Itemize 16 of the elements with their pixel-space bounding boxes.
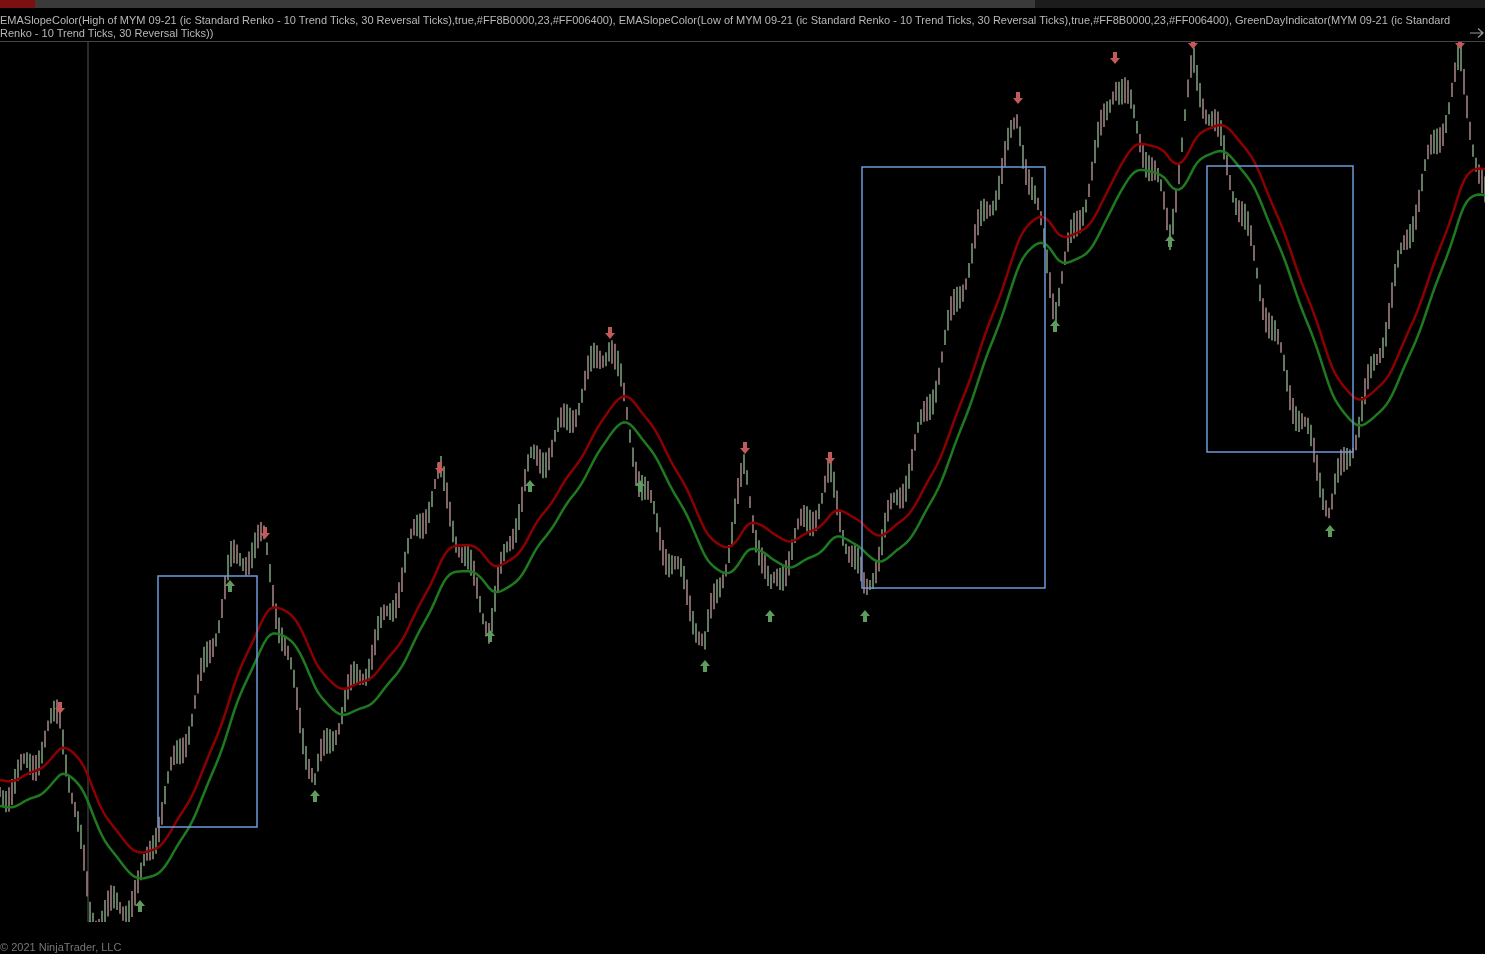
down-arrow-icon [1110,52,1120,64]
down-arrow-icon [260,527,270,539]
down-arrow-icon [740,442,750,454]
down-arrow-icon [55,702,65,714]
down-arrow-icon [605,327,615,339]
selection-rectangle[interactable] [861,166,1046,589]
down-arrow-icon [435,462,445,474]
down-arrow-icon [825,452,835,464]
selection-rectangle[interactable] [1206,165,1354,453]
indicator-label: EMASlopeColor(High of MYM 09-21 (ic Standard Renko - 10 Trend Ticks, 30 Reversal Ticks),true,#FF8B0000,23,#FF006400), EMASlopeColor(Low of MYM 09-21 (ic Standard Renko - 10 Trend Ticks, 30 Reversal Ticks),true,#FF8B0000,23,#FF006400), GreenDayIndicator(MYM 09-21 (ic Standard Renko - 10 Trend Ticks, 30 Reversal Ticks)) [0,13,1452,40]
down-arrow-icon [1188,42,1198,49]
down-arrow-icon [1013,92,1023,104]
copyright-text: © 2021 NinjaTrader, LLC [0,941,122,954]
arrow-right-icon[interactable] [1470,28,1484,38]
down-arrow-icon [1455,42,1465,49]
selection-rectangle[interactable] [157,575,258,828]
